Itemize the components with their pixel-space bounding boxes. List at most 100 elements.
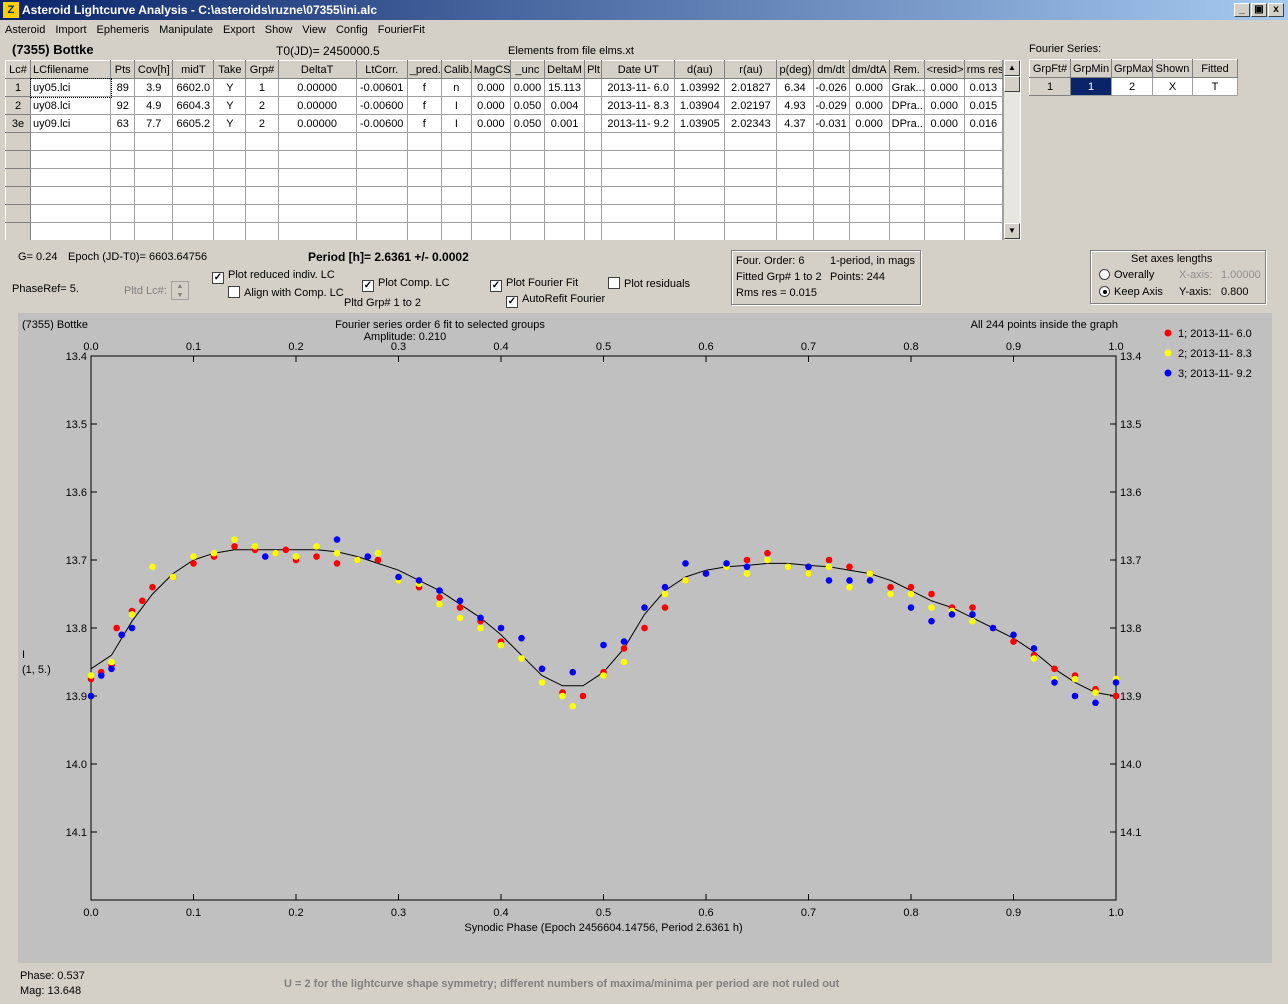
table-cell[interactable]: [724, 222, 778, 240]
plot-fourier-checkbox[interactable]: ✓ Plot Fourier Fit: [490, 277, 578, 292]
col-header[interactable]: Shown: [1152, 59, 1193, 78]
table-cell[interactable]: [923, 150, 965, 169]
row-header[interactable]: [5, 186, 32, 205]
table-cell[interactable]: [584, 78, 603, 97]
fourier-cell[interactable]: 1: [1070, 77, 1112, 96]
table-cell[interactable]: 2: [245, 96, 279, 115]
table-cell[interactable]: 0.000: [470, 96, 511, 115]
maximize-button[interactable]: ▣: [1251, 3, 1267, 17]
plot-reduced-checkbox[interactable]: ✓ Plot reduced indiv. LC: [212, 269, 335, 284]
plot-comp-checkbox[interactable]: ✓ Plot Comp. LC: [362, 277, 450, 292]
col-header[interactable]: r(au): [724, 60, 778, 79]
table-cell[interactable]: [470, 186, 511, 205]
col-header[interactable]: GrpFt#: [1029, 59, 1071, 78]
table-cell[interactable]: [674, 186, 726, 205]
table-cell[interactable]: Y: [213, 96, 247, 115]
table-cell[interactable]: [776, 150, 814, 169]
table-cell[interactable]: [470, 150, 511, 169]
col-header[interactable]: Plt: [584, 60, 603, 79]
table-cell[interactable]: [440, 168, 472, 187]
table-cell[interactable]: [245, 168, 279, 187]
minimize-button[interactable]: _: [1234, 3, 1250, 17]
table-cell[interactable]: 0.001: [544, 114, 586, 133]
table-cell[interactable]: [355, 150, 408, 169]
table-cell[interactable]: [110, 204, 136, 223]
menu-show[interactable]: Show: [260, 22, 298, 36]
table-cell[interactable]: [172, 222, 215, 240]
col-header[interactable]: Cov[h]: [134, 60, 174, 79]
table-cell[interactable]: [110, 186, 136, 205]
table-cell[interactable]: [776, 186, 814, 205]
table-cell[interactable]: -0.00601: [355, 78, 408, 97]
table-cell[interactable]: [213, 186, 247, 205]
table-cell[interactable]: uy05.lci: [29, 77, 112, 98]
table-cell[interactable]: [584, 186, 603, 205]
table-cell[interactable]: [172, 186, 215, 205]
fourier-cell[interactable]: 1: [1029, 77, 1071, 96]
table-cell[interactable]: [601, 132, 676, 151]
table-cell[interactable]: [134, 222, 174, 240]
x-axis-value[interactable]: 1.00000: [1221, 269, 1261, 281]
table-cell[interactable]: [30, 204, 112, 223]
col-header[interactable]: p(deg): [776, 60, 814, 79]
table-cell[interactable]: 89: [110, 78, 136, 97]
table-row[interactable]: [5, 222, 1004, 240]
table-cell[interactable]: [544, 204, 586, 223]
table-cell[interactable]: [963, 168, 1004, 187]
table-cell[interactable]: [963, 204, 1004, 223]
table-cell[interactable]: [406, 150, 442, 169]
table-cell[interactable]: [509, 168, 546, 187]
table-cell[interactable]: [277, 222, 357, 240]
table-cell[interactable]: 1: [245, 78, 279, 97]
table-cell[interactable]: 4.93: [776, 96, 814, 115]
table-cell[interactable]: [544, 186, 586, 205]
col-header[interactable]: LCfilename: [30, 60, 112, 79]
table-cell[interactable]: [470, 222, 511, 240]
table-cell[interactable]: [888, 204, 925, 223]
table-cell[interactable]: [674, 168, 726, 187]
table-cell[interactable]: 0.00000: [277, 78, 357, 97]
table-cell[interactable]: 4.9: [134, 96, 174, 115]
table-cell[interactable]: [584, 114, 603, 133]
table-cell[interactable]: [30, 222, 112, 240]
table-cell[interactable]: [440, 132, 472, 151]
table-cell[interactable]: [776, 168, 814, 187]
table-cell[interactable]: Y: [213, 78, 247, 97]
table-cell[interactable]: 6605.2: [172, 114, 215, 133]
table-cell[interactable]: 0.013: [963, 78, 1004, 97]
table-cell[interactable]: [812, 150, 850, 169]
table-cell[interactable]: 0.00000: [277, 96, 357, 115]
table-cell[interactable]: [724, 132, 778, 151]
table-cell[interactable]: [724, 150, 778, 169]
table-cell[interactable]: 0.000: [848, 114, 890, 133]
table-cell[interactable]: 0.000: [923, 114, 965, 133]
col-header[interactable]: d(au): [674, 60, 726, 79]
table-cell[interactable]: [440, 204, 472, 223]
table-cell[interactable]: [110, 150, 136, 169]
table-cell[interactable]: [776, 222, 814, 240]
table-cell[interactable]: [213, 132, 247, 151]
scroll-thumb[interactable]: [1004, 76, 1020, 92]
close-button[interactable]: x: [1268, 3, 1284, 17]
table-cell[interactable]: [963, 186, 1004, 205]
col-header[interactable]: Lc#: [5, 60, 32, 79]
table-cell[interactable]: [674, 222, 726, 240]
table-cell[interactable]: [213, 204, 247, 223]
scroll-down-icon[interactable]: ▼: [1004, 223, 1020, 239]
table-cell[interactable]: [406, 204, 442, 223]
table-cell[interactable]: [509, 186, 546, 205]
table-row[interactable]: 1 uy05.lci 89 3.9 6602.0 Y 1 0.00000 -0.00601 f n 0…: [5, 77, 1004, 98]
table-cell[interactable]: f: [406, 78, 442, 97]
table-cell[interactable]: [923, 204, 965, 223]
table-cell[interactable]: [601, 222, 676, 240]
table-cell[interactable]: 0.000: [923, 96, 965, 115]
col-header[interactable]: GrpMin: [1070, 59, 1112, 78]
table-cell[interactable]: [245, 204, 279, 223]
table-cell[interactable]: [812, 186, 850, 205]
table-cell[interactable]: [584, 204, 603, 223]
menu-export[interactable]: Export: [218, 22, 260, 36]
table-cell[interactable]: [355, 222, 408, 240]
table-cell[interactable]: [245, 150, 279, 169]
row-header[interactable]: [5, 204, 32, 223]
table-cell[interactable]: [674, 204, 726, 223]
